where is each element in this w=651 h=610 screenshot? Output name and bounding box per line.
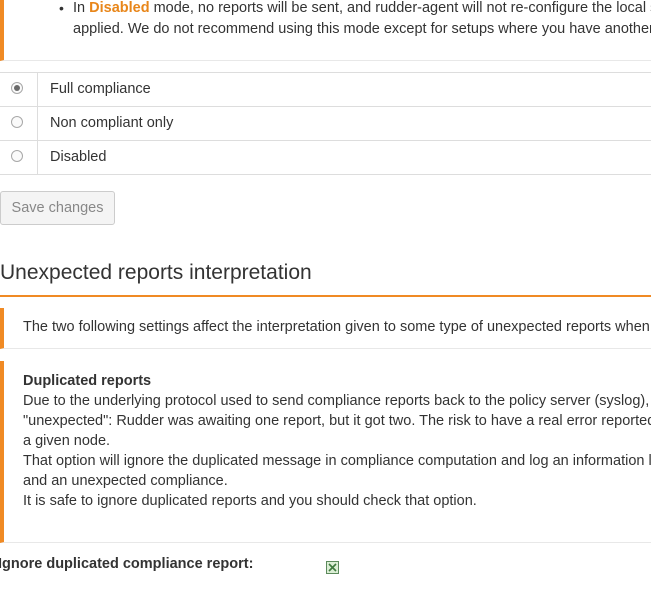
bullet-marker: • [59,0,64,16]
option-non-compliant-only[interactable]: Non compliant only [0,107,651,141]
duplicated-reports-line: and an unexpected compliance. [23,473,228,489]
radio-full-compliance[interactable] [11,82,23,94]
duplicated-reports-line: a given node. [23,433,111,449]
radio-cell [0,141,38,174]
info-text: The two following settings affect the in… [23,319,651,335]
ignore-duplicated-label: Ignore duplicated compliance report: [0,556,254,572]
radio-cell [0,73,38,106]
section-title: Unexpected reports interpretation [0,261,312,284]
description-suffix: mode, no reports will be sent, and rudde… [149,0,651,16]
info-callout: The two following settings affect the in… [0,308,651,349]
option-label: Non compliant only [50,115,174,131]
option-disabled[interactable]: Disabled [0,141,651,175]
duplicated-reports-line: "unexpected": Rudder was awaiting one re… [23,413,651,429]
radio-non-compliant-only[interactable] [11,116,23,128]
description-line-2: applied. We do not recommend using this … [73,21,651,37]
check-icon [328,563,337,572]
ignore-duplicated-checkbox[interactable] [326,561,339,574]
duplicated-reports-line: It is safe to ignore duplicated reports … [23,493,477,509]
duplicated-reports-callout: Duplicated reports Due to the underlying… [0,361,651,543]
option-label: Full compliance [50,81,151,97]
duplicated-reports-title: Duplicated reports [23,373,152,389]
compliance-mode-description: • In Disabled mode, no reports will be s… [0,0,651,61]
radio-cell [0,107,38,140]
description-line-1: In Disabled mode, no reports will be sen… [73,0,651,18]
compliance-mode-options: Full compliance Non compliant only Disab… [0,72,651,175]
option-full-compliance[interactable]: Full compliance [0,73,651,107]
disabled-mode-highlight: Disabled [89,0,150,16]
save-changes-button[interactable]: Save changes [0,191,115,225]
radio-disabled[interactable] [11,150,23,162]
description-prefix: In [73,0,90,16]
option-label: Disabled [50,149,107,165]
duplicated-reports-line: That option will ignore the duplicated m… [23,453,651,469]
section-divider [0,295,651,297]
duplicated-reports-line: Due to the underlying protocol used to s… [23,393,651,409]
